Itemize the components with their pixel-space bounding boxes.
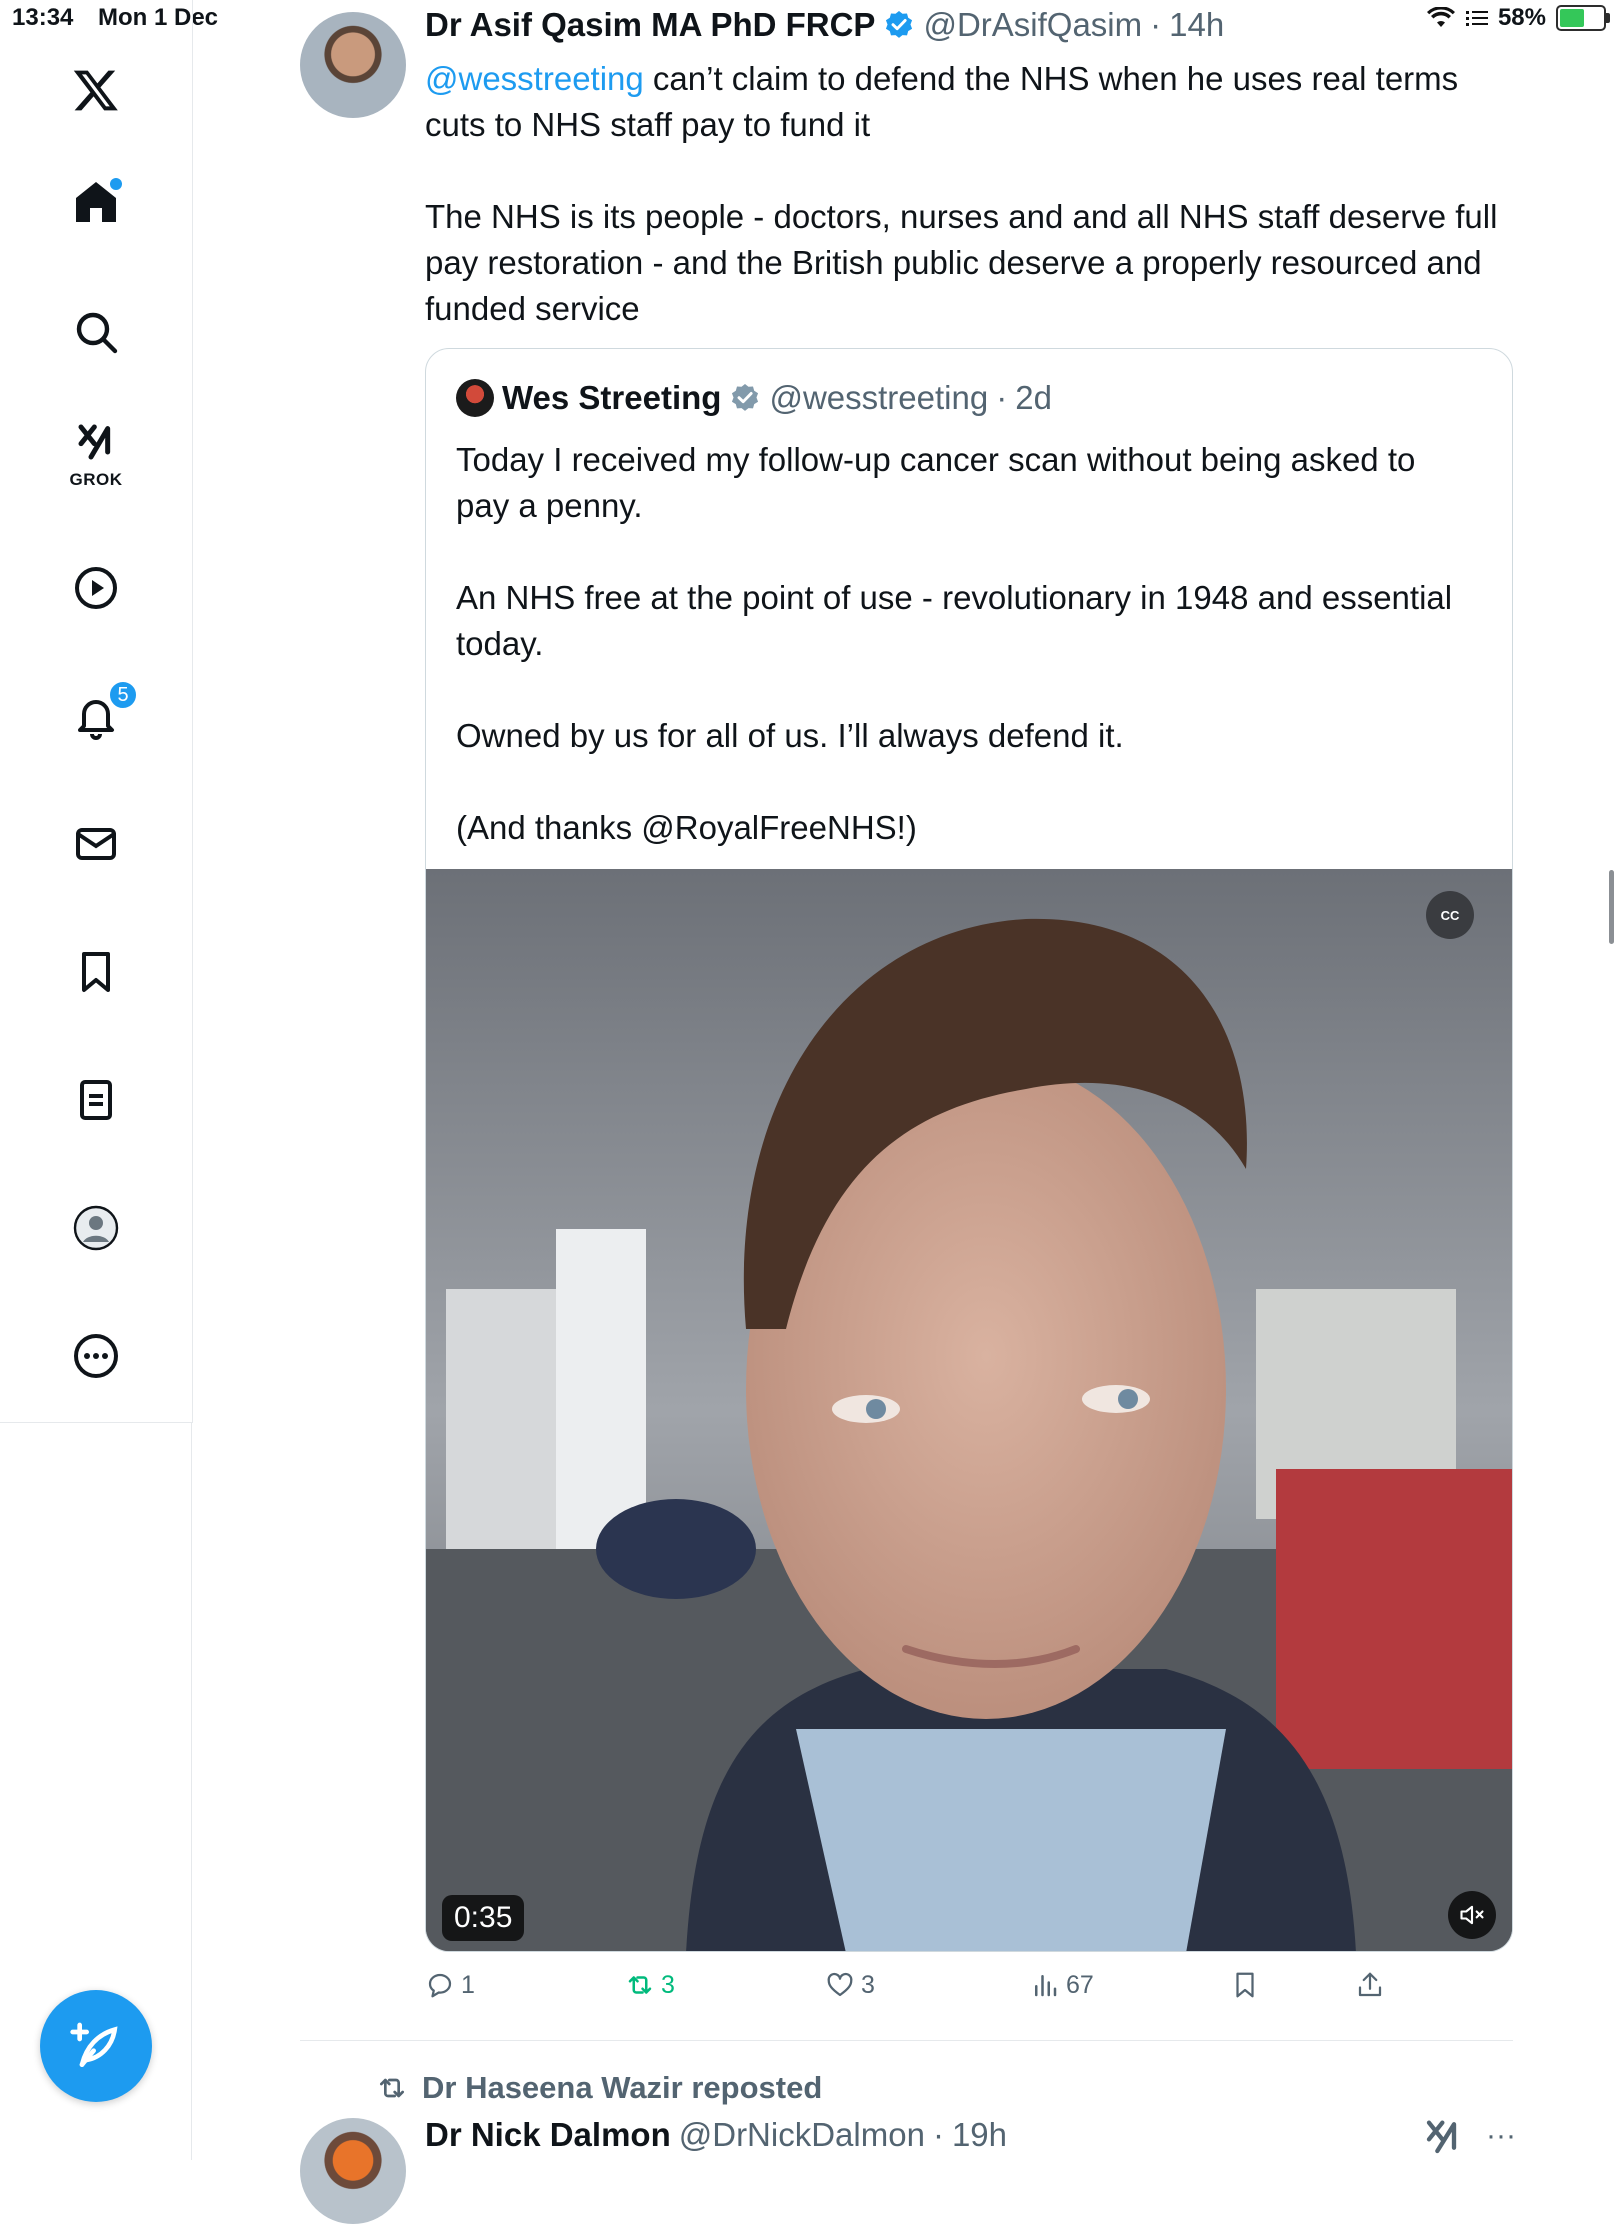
quote-paragraph: An NHS free at the point of use - revolu… <box>456 579 1453 662</box>
author-handle[interactable]: @DrAsifQasim <box>923 6 1142 44</box>
quote-author-avatar[interactable] <box>456 379 494 417</box>
grok-icon[interactable]: GROK <box>66 422 126 502</box>
reply-icon <box>428 1973 452 1998</box>
like-button[interactable]: 3 <box>825 1970 875 2000</box>
compose-button[interactable] <box>40 1990 152 2102</box>
notifications-badge: 5 <box>108 680 138 710</box>
dot-separator: · <box>932 2116 944 2153</box>
quote-paragraph: (And thanks @RoyalFreeNHS!) <box>456 809 917 846</box>
profile-icon[interactable] <box>66 1198 126 1258</box>
tweet-actions: 1 3 3 67 <box>425 1970 1515 2020</box>
status-indicators: 58% <box>1426 4 1610 32</box>
tweet-text-part2: The NHS is its people - doctors, nurses … <box>425 198 1498 327</box>
video-duration: 0:35 <box>442 1895 525 1941</box>
grok-icon[interactable] <box>1424 2116 1464 2156</box>
sidebar-divider <box>191 1422 192 2160</box>
heart-icon <box>827 1972 853 1997</box>
mute-button[interactable] <box>1448 1891 1496 1939</box>
retweet-button[interactable]: 3 <box>625 1970 675 2000</box>
quote-header: Wes Streeting @wesstreeting · 2d <box>456 379 1052 417</box>
share-button[interactable] <box>1355 1970 1385 2000</box>
quote-time[interactable]: 2d <box>1015 379 1052 417</box>
lists-icon[interactable] <box>66 1070 126 1130</box>
verified-badge-icon <box>883 9 915 41</box>
video-frame <box>426 869 1512 1951</box>
dot-separator: · <box>996 379 1008 416</box>
tweet-time[interactable]: 14h <box>1169 6 1224 44</box>
more-icon[interactable] <box>66 1326 126 1386</box>
reply-button[interactable]: 1 <box>425 1970 475 2000</box>
quote-paragraph: Owned by us for all of us. I’ll always d… <box>456 717 1124 754</box>
views-count: 67 <box>1066 1970 1094 1999</box>
search-icon[interactable] <box>66 302 126 362</box>
wifi-icon <box>1426 7 1455 27</box>
next-tweet-header: Dr Nick Dalmon @DrNickDalmon · 19h <box>425 2116 1007 2154</box>
more-options-button[interactable]: ··· <box>1486 2119 1516 2153</box>
tweet-text: @wesstreeting can’t claim to defend the … <box>425 56 1525 378</box>
notifications-icon[interactable]: 5 <box>66 680 138 746</box>
video-play-icon[interactable] <box>66 558 126 618</box>
retweet-icon <box>380 2078 404 2098</box>
grok-label: GROK <box>69 470 123 489</box>
verified-badge-gray-icon <box>729 382 761 414</box>
next-tweet-tools: ··· <box>1424 2116 1516 2156</box>
speaker-muted-icon <box>1460 1905 1484 1925</box>
tweet-header: Dr Asif Qasim MA PhD FRCP @DrAsifQasim ·… <box>425 6 1224 44</box>
share-icon <box>1358 1972 1382 1997</box>
quote-paragraph: Today I received my follow-up cancer sca… <box>456 441 1416 524</box>
views-chart-icon <box>1035 1975 1057 1997</box>
feather-plus-icon <box>70 2022 118 2067</box>
next-author-handle[interactable]: @DrNickDalmon <box>679 2116 925 2154</box>
retweet-icon <box>628 1976 652 1994</box>
author-avatar[interactable] <box>300 12 406 118</box>
tweet-divider <box>300 2040 1513 2041</box>
battery-fill <box>1560 9 1585 27</box>
captions-button[interactable]: CC <box>1426 891 1474 939</box>
list-status-icon <box>1465 11 1488 26</box>
reposted-by: Dr Haseena Wazir reposted <box>422 2070 823 2105</box>
next-author-name[interactable]: Dr Nick Dalmon <box>425 2116 671 2154</box>
battery-icon <box>1556 5 1610 31</box>
home-notification-dot <box>110 178 122 190</box>
messages-icon[interactable] <box>66 814 126 874</box>
reply-count: 1 <box>461 1970 475 1999</box>
next-author-avatar[interactable] <box>300 2118 406 2224</box>
next-tweet-time[interactable]: 19h <box>952 2116 1007 2154</box>
quote-author-name[interactable]: Wes Streeting <box>502 379 721 417</box>
quoted-tweet[interactable]: Wes Streeting @wesstreeting · 2d Today I… <box>425 348 1513 1952</box>
dot-separator: · <box>1150 6 1162 43</box>
battery-percent: 58% <box>1497 4 1546 31</box>
like-count: 3 <box>861 1970 875 1999</box>
bookmark-icon <box>1236 1972 1254 1998</box>
author-name[interactable]: Dr Asif Qasim MA PhD FRCP <box>425 6 875 44</box>
video-player[interactable]: CC 0:35 <box>426 869 1512 1951</box>
retweet-count: 3 <box>661 1970 675 1999</box>
views-button[interactable]: 67 <box>1030 1970 1094 2000</box>
bookmarks-icon[interactable] <box>66 942 126 1002</box>
home-icon[interactable] <box>66 172 126 232</box>
x-logo-icon[interactable] <box>66 60 126 120</box>
scrollbar[interactable] <box>1609 870 1614 944</box>
quote-text: Today I received my follow-up cancer sca… <box>456 437 1476 897</box>
quote-author-handle[interactable]: @wesstreeting <box>769 379 988 417</box>
repost-indicator[interactable]: Dr Haseena Wazir reposted <box>376 2070 822 2106</box>
bookmark-button[interactable] <box>1230 1970 1260 2000</box>
mention-link[interactable]: @wesstreeting <box>425 60 644 97</box>
